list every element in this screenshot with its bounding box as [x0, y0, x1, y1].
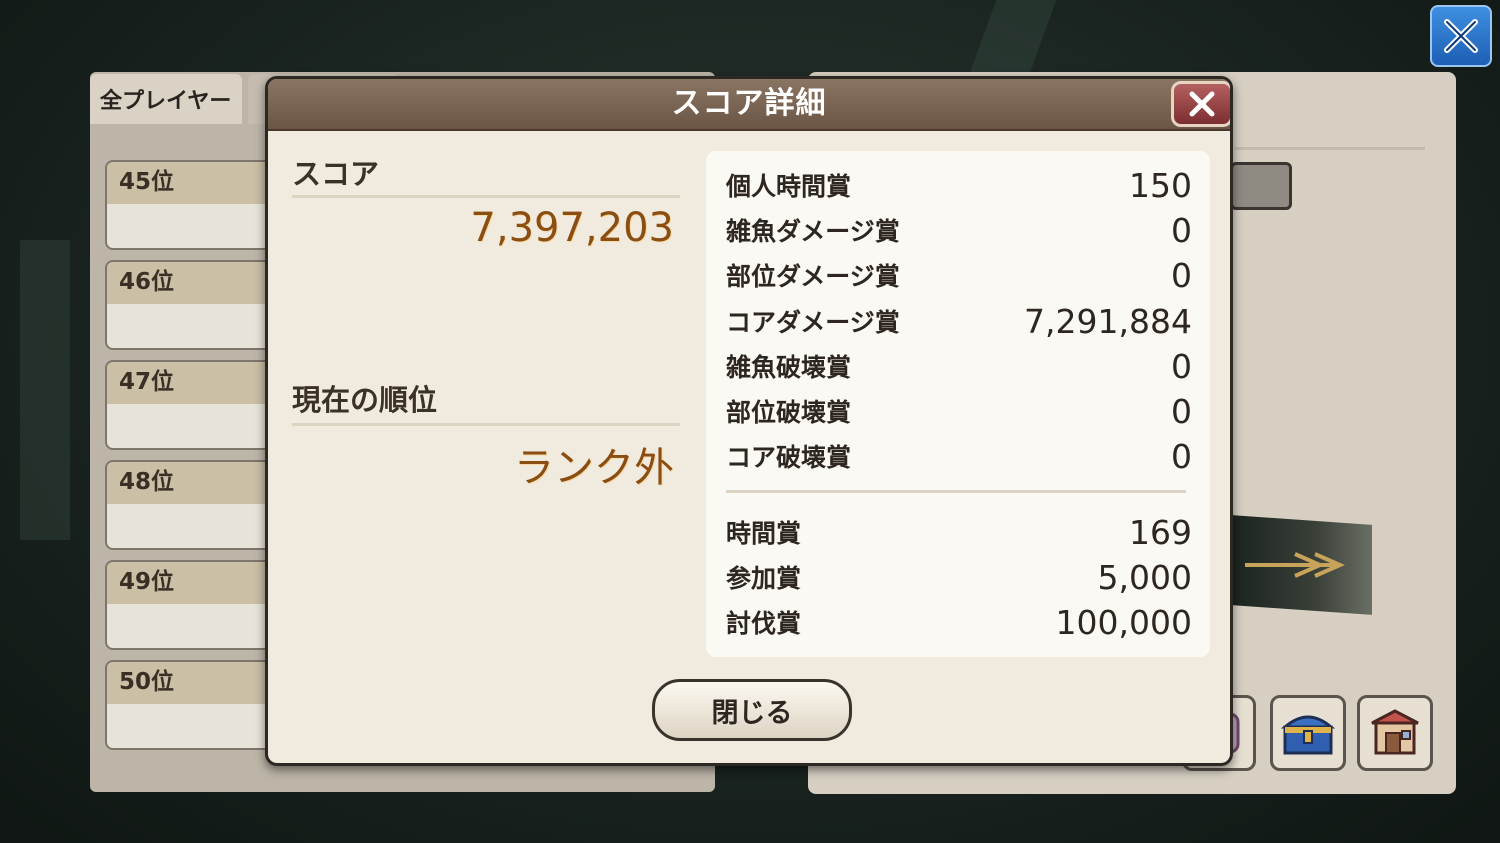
breakdown-value: 150 [1129, 165, 1192, 205]
background-streak [20, 240, 70, 540]
bonus-label: 時間賞 [726, 519, 802, 548]
bonus-label: 討伐賞 [726, 609, 802, 638]
breakdown-value: 7,291,884 [1024, 301, 1192, 341]
bonus-value: 169 [1129, 512, 1192, 552]
divider [292, 195, 680, 198]
breakdown-row: コアダメージ賞 7,291,884 [726, 299, 1192, 343]
bonus-row: 時間賞 169 [726, 510, 1192, 554]
divider [292, 423, 680, 426]
breakdown-label: コア破壊賞 [726, 443, 852, 472]
score-value: 7,397,203 [470, 205, 674, 251]
arrow-icon [1245, 552, 1345, 578]
score-detail-dialog: スコア詳細 スコア 7,397,203 現在の順位 ランク外 個人時間賞 150… [265, 76, 1233, 766]
breakdown-label: 部位ダメージ賞 [726, 262, 900, 291]
shop-icon [1371, 709, 1419, 755]
breakdown-label: 部位破壊賞 [726, 398, 852, 427]
breakdown-label: コアダメージ賞 [726, 308, 900, 337]
divider [726, 490, 1186, 493]
bonus-label: 参加賞 [726, 564, 802, 593]
breakdown-row: 部位破壊賞 0 [726, 389, 1192, 433]
breakdown-value: 0 [1171, 255, 1192, 295]
breakdown-label: 個人時間賞 [726, 172, 852, 201]
close-x-icon [1189, 91, 1215, 117]
breakdown-value: 0 [1171, 346, 1192, 386]
breakdown-row: 部位ダメージ賞 0 [726, 253, 1192, 297]
bonus-row: 参加賞 5,000 [726, 555, 1192, 599]
breakdown-row: 個人時間賞 150 [726, 163, 1192, 207]
bonus-value: 100,000 [1055, 602, 1192, 642]
rank-label: 現在の順位 [292, 383, 438, 417]
close-x-icon [1444, 19, 1478, 53]
screen-close-button[interactable] [1430, 5, 1492, 67]
treasure-chest-icon [1280, 715, 1336, 755]
divider [1235, 147, 1425, 150]
dialog-close-button[interactable] [1171, 81, 1230, 127]
search-input[interactable] [1230, 162, 1292, 210]
breakdown-label: 雑魚ダメージ賞 [726, 217, 900, 246]
treasure-button[interactable] [1270, 695, 1346, 771]
score-label: スコア [292, 157, 380, 191]
tab-all-players[interactable]: 全プレイヤー [90, 74, 242, 124]
rank-value: ランク外 [514, 445, 674, 491]
breakdown-label: 雑魚破壊賞 [726, 353, 852, 382]
shop-button[interactable] [1357, 695, 1433, 771]
breakdown-row: 雑魚破壊賞 0 [726, 344, 1192, 388]
breakdown-value: 0 [1171, 391, 1192, 431]
breakdown-row: コア破壊賞 0 [726, 434, 1192, 478]
dialog-title: スコア詳細 [671, 86, 827, 121]
bonus-row: 討伐賞 100,000 [726, 600, 1192, 644]
breakdown-value: 0 [1171, 436, 1192, 476]
bonus-value: 5,000 [1097, 557, 1192, 597]
close-button[interactable]: 閉じる [652, 679, 852, 741]
breakdown-value: 0 [1171, 210, 1192, 250]
breakdown-row: 雑魚ダメージ賞 0 [726, 208, 1192, 252]
